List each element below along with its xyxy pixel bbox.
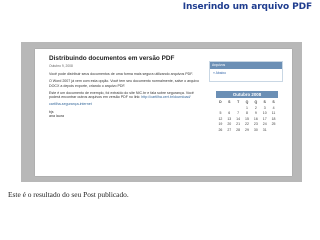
calendar-day	[234, 106, 243, 110]
calendar-day[interactable]: 18	[269, 117, 278, 121]
weekday-header: T	[237, 100, 240, 104]
calendar-day[interactable]: 5	[216, 111, 225, 115]
calendar-day[interactable]: 8	[243, 111, 252, 115]
calendar-day[interactable]: 4	[269, 106, 278, 110]
calendar-day[interactable]: 14	[234, 117, 243, 121]
calendar-day[interactable]: 10	[260, 111, 269, 115]
calendar-grid: D S T Q Q S S 1 2 3 4 5 6 7 8 9 10 11 12 13 14 15 16 17 18 19 20 21…	[216, 100, 278, 132]
author-name: ana laura	[49, 114, 64, 119]
download-link[interactable]: http://cartilha.cert.br/download/	[141, 95, 190, 99]
calendar-day[interactable]: 27	[225, 128, 234, 132]
calendar-day[interactable]: 17	[260, 117, 269, 121]
calendar-day[interactable]: 13	[225, 117, 234, 121]
weekday-header: S	[228, 100, 231, 104]
post-body: Você pode distribuir seus documentos de …	[49, 72, 199, 118]
calendar-day[interactable]: 24	[260, 122, 269, 126]
calendar-day[interactable]: 15	[243, 117, 252, 121]
calendar-day[interactable]: 30	[251, 128, 260, 132]
calendar-day[interactable]: 31	[260, 128, 269, 132]
slide-title: Inserindo um arquivo PDF	[182, 2, 312, 12]
calendar-day[interactable]: 12	[216, 117, 225, 121]
calendar-widget: Outubro 2008 D S T Q Q S S 1 2 3 4 5 6 7 8 9 10 11 12 13 14 1…	[216, 91, 278, 132]
weekday-header: S	[272, 100, 275, 104]
calendar-day[interactable]: 23	[251, 122, 260, 126]
calendar-day	[216, 106, 225, 110]
post-paragraph: Você pode distribuir seus documentos de …	[49, 72, 194, 76]
weekday-header: Q	[254, 100, 258, 104]
calendar-day[interactable]: 22	[243, 122, 252, 126]
slide-caption: Este é o resultado do seu Post publicado…	[8, 190, 129, 199]
calendar-title: Outubro 2008	[216, 91, 278, 98]
calendar-day[interactable]: 7	[234, 111, 243, 115]
post-paragraph: O Word 2007 já vem com esta opção. Você …	[49, 79, 199, 88]
calendar-day[interactable]: 9	[251, 111, 260, 115]
calendar-day[interactable]: 16	[251, 117, 260, 121]
calendar-day[interactable]: 6	[225, 111, 234, 115]
calendar-day[interactable]: 21	[234, 122, 243, 126]
weekday-header: D	[219, 100, 222, 104]
blog-page: Distribuindo documentos em versão PDF Ou…	[35, 49, 292, 176]
calendar-day[interactable]: 2	[251, 106, 260, 110]
post-date: Outubro 9, 2008	[49, 64, 73, 68]
post-paragraph: Este é um documento de exemplo, foi extr…	[49, 91, 199, 100]
calendar-day[interactable]: 19	[216, 122, 225, 126]
weekday-header: S	[263, 100, 266, 104]
calendar-day	[269, 128, 278, 132]
post-title[interactable]: Distribuindo documentos em versão PDF	[49, 55, 174, 62]
weekday-header: Q	[245, 100, 249, 104]
widget-link[interactable]: » Abaixo	[210, 69, 282, 77]
calendar-day[interactable]: 1	[243, 106, 252, 110]
post-tag-link[interactable]: cartilha-segurança-internet	[49, 102, 199, 106]
calendar-day[interactable]: 29	[243, 128, 252, 132]
calendar-day[interactable]: 25	[269, 122, 278, 126]
calendar-day	[225, 106, 234, 110]
widget-header: Arquivos	[210, 62, 282, 69]
calendar-day[interactable]: 11	[269, 111, 278, 115]
calendar-day[interactable]: 26	[216, 128, 225, 132]
archive-widget: Arquivos » Abaixo	[209, 61, 283, 82]
calendar-day[interactable]: 20	[225, 122, 234, 126]
calendar-day[interactable]: 3	[260, 106, 269, 110]
calendar-day[interactable]: 28	[234, 128, 243, 132]
